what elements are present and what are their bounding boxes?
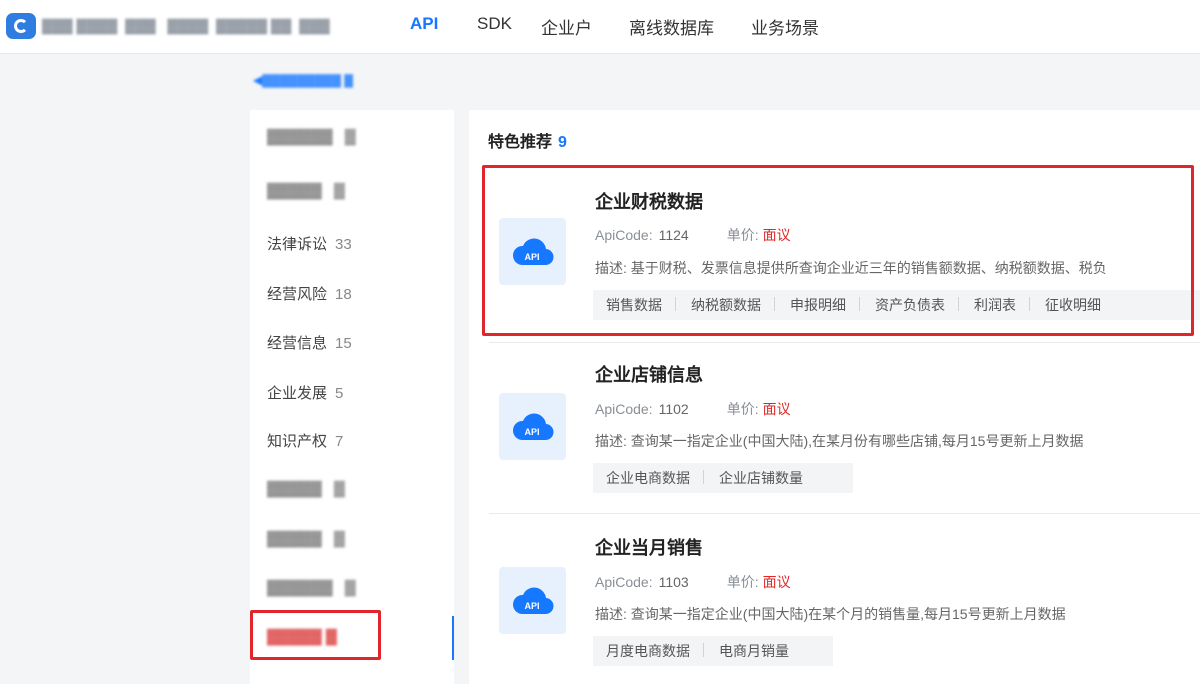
api-meta-row: ApiCode: 1102 单价: 面议 xyxy=(595,399,791,419)
nav-api[interactable]: API xyxy=(410,14,438,34)
api-card-title[interactable]: 企业店铺信息 xyxy=(595,361,703,387)
api-card-title[interactable]: 企业当月销售 xyxy=(595,534,703,560)
sidebar-item-business-risk[interactable]: 经营风险 18 xyxy=(267,283,352,304)
api-card[interactable]: API 企业当月销售 ApiCode: 1103 单价: 面议 描述: 查询某一指定企… xyxy=(489,514,1200,684)
sidebar-item-label: 经营信息 xyxy=(267,335,328,352)
svg-text:API: API xyxy=(524,601,539,611)
apicode-value: 1103 xyxy=(658,574,689,590)
price-value: 面议 xyxy=(762,574,791,590)
blurred-site-name: ▓▓▓ ▓▓▓▓ ▓▓▓ ▓▓▓▓ ▓▓▓▓▓ ▓▓ ▓▓▓ xyxy=(42,17,330,33)
category-sidebar: ▓▓▓▓▓▓ ▓ ▓▓▓▓▓ ▓ 法律诉讼 33 经营风险 18 经营信息 15 企业… xyxy=(250,110,454,684)
sidebar-item-development[interactable]: 企业发展 5 xyxy=(267,382,343,403)
sidebar-item-count: 18 xyxy=(335,286,352,303)
svg-text:API: API xyxy=(524,427,539,437)
sidebar-item-label: 知识产权 xyxy=(267,433,328,450)
sidebar-item-blurred-1[interactable]: ▓▓▓▓▓▓ ▓ xyxy=(267,128,356,145)
api-tag[interactable]: 企业店铺数量 xyxy=(703,468,819,488)
api-description: 描述: 查询某一指定企业(中国大陆),在某月份有哪些店铺,每月15号更新上月数据 xyxy=(595,431,1200,451)
sidebar-item-label: 经营风险 xyxy=(267,286,328,303)
sidebar-item-count: 7 xyxy=(335,433,344,450)
sidebar-active-indicator xyxy=(452,616,454,660)
price-value: 面议 xyxy=(762,401,791,417)
api-cloud-icon: API xyxy=(499,567,566,634)
api-description: 描述: 查询某一指定企业(中国大陆)在某个月的销售量,每月15号更新上月数据 xyxy=(595,604,1200,624)
apicode-label: ApiCode: xyxy=(595,574,653,590)
price-label: 单价: xyxy=(726,401,759,417)
logo-mark-icon xyxy=(14,19,28,33)
api-card[interactable]: API 企业店铺信息 ApiCode: 1102 单价: 面议 描述: 查询某一指定企… xyxy=(489,343,1200,513)
sidebar-item-business-info[interactable]: 经营信息 15 xyxy=(267,332,352,353)
nav-enterprise-account[interactable]: 企业户 xyxy=(541,14,592,39)
api-tag[interactable]: 电商月销量 xyxy=(703,641,805,661)
apicode-value: 1102 xyxy=(658,401,689,417)
desc-text: 查询某一指定企业(中国大陆)在某个月的销售量,每月15号更新上月数据 xyxy=(630,606,1066,622)
section-title-label: 特色推荐 xyxy=(488,134,553,151)
sidebar-item-label: 法律诉讼 xyxy=(267,236,328,253)
section-title: 特色推荐 9 xyxy=(488,128,567,152)
logo[interactable] xyxy=(6,13,36,39)
price-label: 单价: xyxy=(726,574,759,590)
top-navigation-bar: ▓▓▓ ▓▓▓▓ ▓▓▓ ▓▓▓▓ ▓▓▓▓▓ ▓▓ ▓▓▓ API SDK 企… xyxy=(0,0,1200,54)
api-tags: 企业电商数据 企业店铺数量 xyxy=(593,463,853,493)
api-tags: 月度电商数据 电商月销量 xyxy=(593,636,833,666)
nav-offline-database[interactable]: 离线数据库 xyxy=(629,14,714,39)
sidebar-item-blurred-4[interactable]: ▓▓▓▓▓ ▓ xyxy=(267,530,345,547)
api-tag[interactable]: 月度电商数据 xyxy=(593,641,706,661)
sidebar-item-blurred-5[interactable]: ▓▓▓▓▓▓ ▓ xyxy=(267,579,356,596)
sidebar-item-label: 企业发展 xyxy=(267,385,328,402)
desc-label: 描述: xyxy=(595,606,627,622)
api-meta-row: ApiCode: 1103 单价: 面议 xyxy=(595,572,791,592)
sidebar-item-count: 5 xyxy=(335,385,344,402)
sidebar-item-count: 33 xyxy=(335,236,352,253)
desc-label: 描述: xyxy=(595,433,627,449)
nav-sdk[interactable]: SDK xyxy=(477,14,512,34)
sidebar-highlight-box xyxy=(250,610,381,660)
nav-business-scenarios[interactable]: 业务场景 xyxy=(751,14,819,39)
sidebar-item-blurred-3[interactable]: ▓▓▓▓▓ ▓ xyxy=(267,480,345,497)
desc-text: 查询某一指定企业(中国大陆),在某月份有哪些店铺,每月15号更新上月数据 xyxy=(630,433,1084,449)
sidebar-item-ip[interactable]: 知识产权 7 xyxy=(267,430,343,451)
apicode-label: ApiCode: xyxy=(595,401,653,417)
sidebar-item-legal[interactable]: 法律诉讼 33 xyxy=(267,233,352,254)
api-cloud-icon: API xyxy=(499,393,566,460)
card-highlight-box xyxy=(482,165,1194,336)
breadcrumb[interactable]: ◀▓▓▓▓▓▓▓▓▓ ▓ xyxy=(253,73,353,87)
sidebar-item-blurred-2[interactable]: ▓▓▓▓▓ ▓ xyxy=(267,182,345,199)
sidebar-item-count: 15 xyxy=(335,335,352,352)
section-count: 9 xyxy=(558,134,567,151)
api-tag[interactable]: 企业电商数据 xyxy=(593,468,706,488)
